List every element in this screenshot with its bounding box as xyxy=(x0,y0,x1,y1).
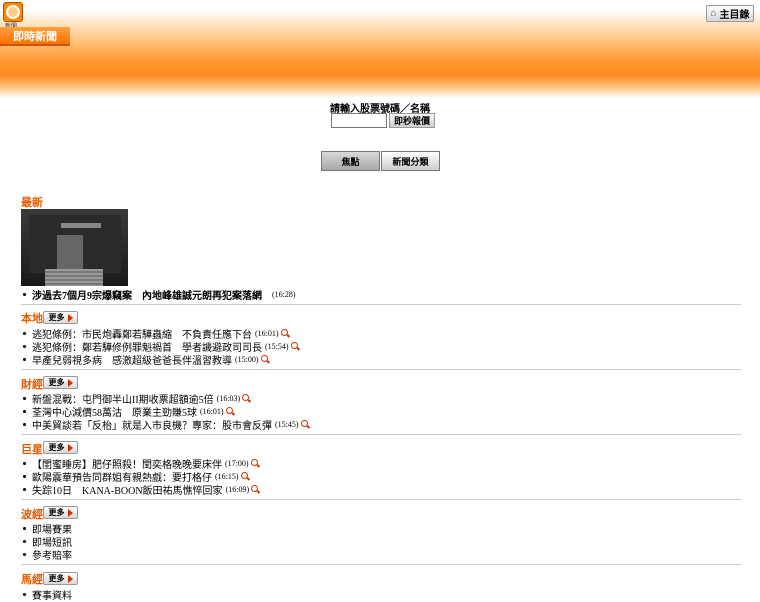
latest-headline[interactable]: 涉過去7個月9宗爆竊案 內地峰雄誠元朗再犯案落網 (16:28) xyxy=(21,287,296,302)
news-time: (17:00) xyxy=(225,459,249,468)
horse-more-button[interactable]: 更多 xyxy=(43,572,78,585)
latest-headline-text: 涉過去7個月9宗爆竊案 內地峰雄誠元朗再犯案落網 xyxy=(32,291,262,302)
list-item[interactable]: 早產兒弱視多病 感激超級爸爸長伴溫習教導 (15:00) xyxy=(21,352,268,367)
search-icon xyxy=(300,420,308,427)
arrow-right-icon xyxy=(67,574,73,583)
app-logo-icon[interactable] xyxy=(3,2,23,22)
search-icon xyxy=(225,407,233,414)
search-row: 即秒報價 xyxy=(331,113,436,128)
search-icon xyxy=(240,472,248,479)
list-item[interactable]: 參考賠率 xyxy=(21,547,72,562)
arrow-right-icon xyxy=(67,313,73,322)
latest-news-photo[interactable] xyxy=(21,209,128,286)
news-time: (16:03) xyxy=(216,394,241,403)
arrow-right-icon xyxy=(67,508,73,517)
search-icon xyxy=(250,459,258,466)
news-time: (16:15) xyxy=(215,472,239,481)
list-item[interactable]: 中美貿談若「反枱」就是入市良機？專家：股市會反彈 (15:45) xyxy=(21,417,308,432)
search-icon xyxy=(280,329,288,336)
search-icon xyxy=(251,485,259,492)
home-button-label: 主目錄 xyxy=(719,10,750,21)
search-icon xyxy=(260,355,268,362)
home-button[interactable]: ⌂ 主目錄 xyxy=(706,5,754,22)
tab-focus[interactable]: 焦點 xyxy=(321,151,380,171)
news-title: 中美貿談若「反枱」就是入市良機？專家：股市會反彈 xyxy=(32,421,272,432)
news-title: 早產兒弱視多病 感激超級爸爸長伴溫習教導 xyxy=(32,356,232,367)
section-latest-title: 最新 xyxy=(21,197,43,209)
list-item[interactable]: 失踪10日 KANA-BOON飯田祐馬憔悴回家 (16:09) xyxy=(21,482,259,497)
divider xyxy=(21,564,741,565)
header-banner xyxy=(0,0,760,98)
latest-headline-time: (16:28) xyxy=(272,290,296,299)
stars-more-button[interactable]: 更多 xyxy=(43,441,78,454)
divider xyxy=(21,434,741,435)
arrow-right-icon xyxy=(67,443,73,452)
tab-news-category[interactable]: 新聞分類 xyxy=(381,151,440,171)
section-local-title: 本地 xyxy=(21,313,43,325)
more-label: 更多 xyxy=(48,443,65,452)
news-title: 失踪10日 KANA-BOON飯田祐馬憔悴回家 xyxy=(32,486,223,497)
tab-realtime-news[interactable]: 即時新聞 xyxy=(0,27,70,46)
section-soccer-title: 波經 xyxy=(21,509,43,521)
local-more-button[interactable]: 更多 xyxy=(43,311,78,324)
more-label: 更多 xyxy=(48,313,65,322)
search-icon xyxy=(290,342,298,349)
section-stars-title: 巨星 xyxy=(21,444,43,456)
news-time: (16:01) xyxy=(255,329,279,338)
more-label: 更多 xyxy=(48,574,65,583)
more-label: 更多 xyxy=(48,508,65,517)
divider xyxy=(21,499,741,500)
news-time: (15:00) xyxy=(235,355,259,364)
divider xyxy=(21,304,741,305)
arrow-right-icon xyxy=(67,378,73,387)
quote-button[interactable]: 即秒報價 xyxy=(389,113,436,128)
search-icon xyxy=(242,394,250,401)
section-horse-title: 馬經 xyxy=(21,574,43,586)
news-time: (15:54) xyxy=(265,342,289,351)
more-label: 更多 xyxy=(48,378,65,387)
news-time: (15:45) xyxy=(275,420,299,429)
finance-more-button[interactable]: 更多 xyxy=(43,376,78,389)
soccer-link: 參考賠率 xyxy=(32,551,72,562)
divider xyxy=(21,369,741,370)
news-time: (16:01) xyxy=(200,407,224,416)
soccer-more-button[interactable]: 更多 xyxy=(43,506,78,519)
news-time: (16:09) xyxy=(225,485,250,494)
stock-search-input[interactable] xyxy=(331,113,387,128)
section-finance-title: 財經 xyxy=(21,379,43,391)
home-icon: ⌂ xyxy=(710,8,717,19)
